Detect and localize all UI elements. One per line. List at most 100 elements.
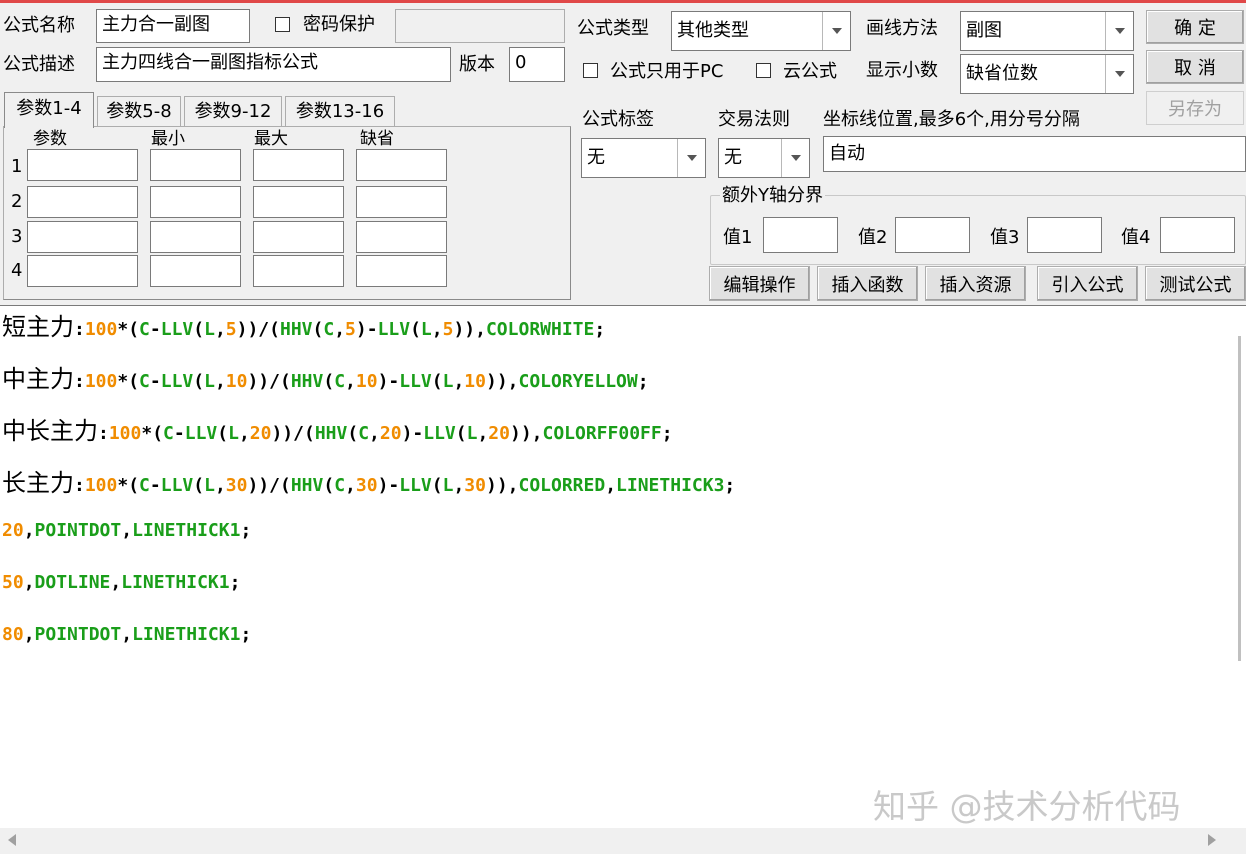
decimals-select[interactable]: 缺省位数 [960, 54, 1134, 94]
param-4-max[interactable] [253, 255, 344, 287]
param-4-name[interactable] [27, 255, 138, 287]
code-punct: ; [240, 624, 252, 645]
code-number: 20 [2, 520, 24, 541]
code-punct: ; [724, 475, 736, 496]
formula-desc-field[interactable]: 主力四线合一副图指标公式 [96, 47, 451, 82]
scroll-right-icon[interactable] [1208, 834, 1216, 846]
chevron-down-icon[interactable] [1105, 12, 1133, 50]
code-punct: ; [661, 423, 673, 444]
code-punct: - [149, 319, 161, 340]
param-3-min[interactable] [150, 221, 241, 253]
code-punct: ( [455, 423, 467, 444]
code-punct: , [605, 475, 617, 496]
code-punct: )- [355, 319, 378, 340]
col-header-max: 最大 [254, 129, 288, 149]
param-1-min[interactable] [150, 149, 241, 181]
code-keyword: HHV [290, 371, 324, 392]
formula-name-label: 公式名称 [3, 15, 75, 36]
import-formula-button[interactable]: 引入公式 [1037, 266, 1138, 301]
code-keyword: LLV [423, 423, 456, 444]
code-number: 5 [442, 319, 454, 340]
edit-ops-button[interactable]: 编辑操作 [709, 266, 810, 301]
chevron-down-icon[interactable] [822, 12, 850, 50]
code-punct: ; [594, 319, 606, 340]
param-2-name[interactable] [27, 186, 138, 218]
version-field[interactable]: 0 [509, 47, 565, 82]
code-punct: , [214, 475, 226, 496]
code-punct: )- [377, 371, 400, 392]
tab-params-9-12[interactable]: 参数9-12 [184, 96, 282, 126]
formula-name-field[interactable]: 主力合一副图 [96, 9, 250, 43]
param-3-default[interactable] [356, 221, 447, 253]
param-3-name[interactable] [27, 221, 138, 253]
cloud-checkbox[interactable] [756, 63, 771, 78]
code-line[interactable]: 20,POINTDOT,LINETHICK1; [2, 517, 251, 545]
code-punct: - [149, 371, 161, 392]
code-line[interactable]: 长主力:100*(C-LLV(L,30))/(HHV(C,30)-LLV(L,3… [2, 469, 735, 500]
value3-label: 值3 [990, 227, 1020, 248]
param-3-max[interactable] [253, 221, 344, 253]
code-punct: ( [217, 423, 229, 444]
axis-lines-field[interactable]: 自动 [823, 136, 1246, 172]
code-number: 20 [488, 423, 510, 444]
scrollbar-thumb[interactable] [1238, 336, 1241, 661]
param-4-min[interactable] [150, 255, 241, 287]
code-punct: ( [431, 371, 443, 392]
pc-only-checkbox[interactable] [583, 63, 598, 78]
trade-rule-select[interactable]: 无 [718, 138, 810, 178]
code-line[interactable]: 中长主力:100*(C-LLV(L,20))/(HHV(C,20)-LLV(L,… [2, 417, 673, 448]
param-1-name[interactable] [27, 149, 138, 181]
code-punct: ; [229, 572, 241, 593]
code-editor[interactable]: 短主力:100*(C-LLV(L,5))/(HHV(C,5)-LLV(L,5))… [0, 305, 1246, 854]
chevron-down-icon[interactable] [781, 139, 809, 177]
insert-function-button[interactable]: 插入函数 [817, 266, 918, 301]
code-number: 5 [225, 319, 237, 340]
code-line[interactable]: 80,POINTDOT,LINETHICK1; [2, 621, 251, 649]
code-keyword: LINETHICK1 [132, 520, 241, 541]
tab-params-5-8[interactable]: 参数5-8 [97, 96, 181, 126]
param-1-default[interactable] [356, 149, 447, 181]
code-keyword: LLV [160, 475, 194, 496]
code-keyword: C [358, 423, 370, 444]
trade-rule-label: 交易法则 [718, 109, 790, 130]
param-1-max[interactable] [253, 149, 344, 181]
value3-field[interactable] [1027, 217, 1102, 253]
horizontal-scrollbar[interactable] [0, 828, 1246, 854]
formula-tag-select[interactable]: 无 [581, 138, 706, 178]
tab-params-13-16[interactable]: 参数13-16 [285, 96, 395, 126]
scroll-left-icon[interactable] [8, 834, 16, 846]
param-2-min[interactable] [150, 186, 241, 218]
cloud-label: 云公式 [783, 61, 837, 82]
code-punct: , [23, 572, 35, 593]
code-number: 10 [464, 371, 486, 392]
formula-type-select[interactable]: 其他类型 [671, 11, 851, 51]
param-2-default[interactable] [356, 186, 447, 218]
code-keyword: HHV [314, 423, 348, 444]
value2-field[interactable] [895, 217, 970, 253]
code-punct: ; [637, 371, 649, 392]
draw-method-select[interactable]: 副图 [960, 11, 1134, 51]
tab-params-1-4[interactable]: 参数1-4 [4, 92, 94, 128]
ok-button[interactable]: 确 定 [1146, 10, 1244, 44]
code-keyword: L [466, 423, 478, 444]
code-line[interactable]: 50,DOTLINE,LINETHICK1; [2, 569, 240, 597]
code-punct: ( [410, 319, 421, 340]
value4-field[interactable] [1160, 217, 1235, 253]
param-2-max[interactable] [253, 186, 344, 218]
chevron-down-icon[interactable] [1105, 55, 1133, 93]
row-label-4: 4 [11, 260, 23, 281]
code-keyword: L [204, 319, 215, 340]
password-checkbox[interactable] [275, 17, 290, 32]
code-line[interactable]: 中主力:100*(C-LLV(L,10))/(HHV(C,10)-LLV(L,1… [2, 365, 649, 396]
param-4-default[interactable] [356, 255, 447, 287]
cancel-button[interactable]: 取 消 [1146, 50, 1244, 84]
test-formula-button[interactable]: 测试公式 [1145, 266, 1246, 301]
col-header-min: 最小 [151, 129, 185, 149]
value1-field[interactable] [763, 217, 838, 253]
insert-resource-button[interactable]: 插入资源 [925, 266, 1026, 301]
code-number: 100 [108, 423, 142, 444]
chevron-down-icon[interactable] [677, 139, 705, 177]
code-punct: ( [347, 423, 359, 444]
vertical-scrollbar[interactable] [1226, 306, 1246, 826]
code-line[interactable]: 短主力:100*(C-LLV(L,5))/(HHV(C,5)-LLV(L,5))… [2, 313, 605, 344]
